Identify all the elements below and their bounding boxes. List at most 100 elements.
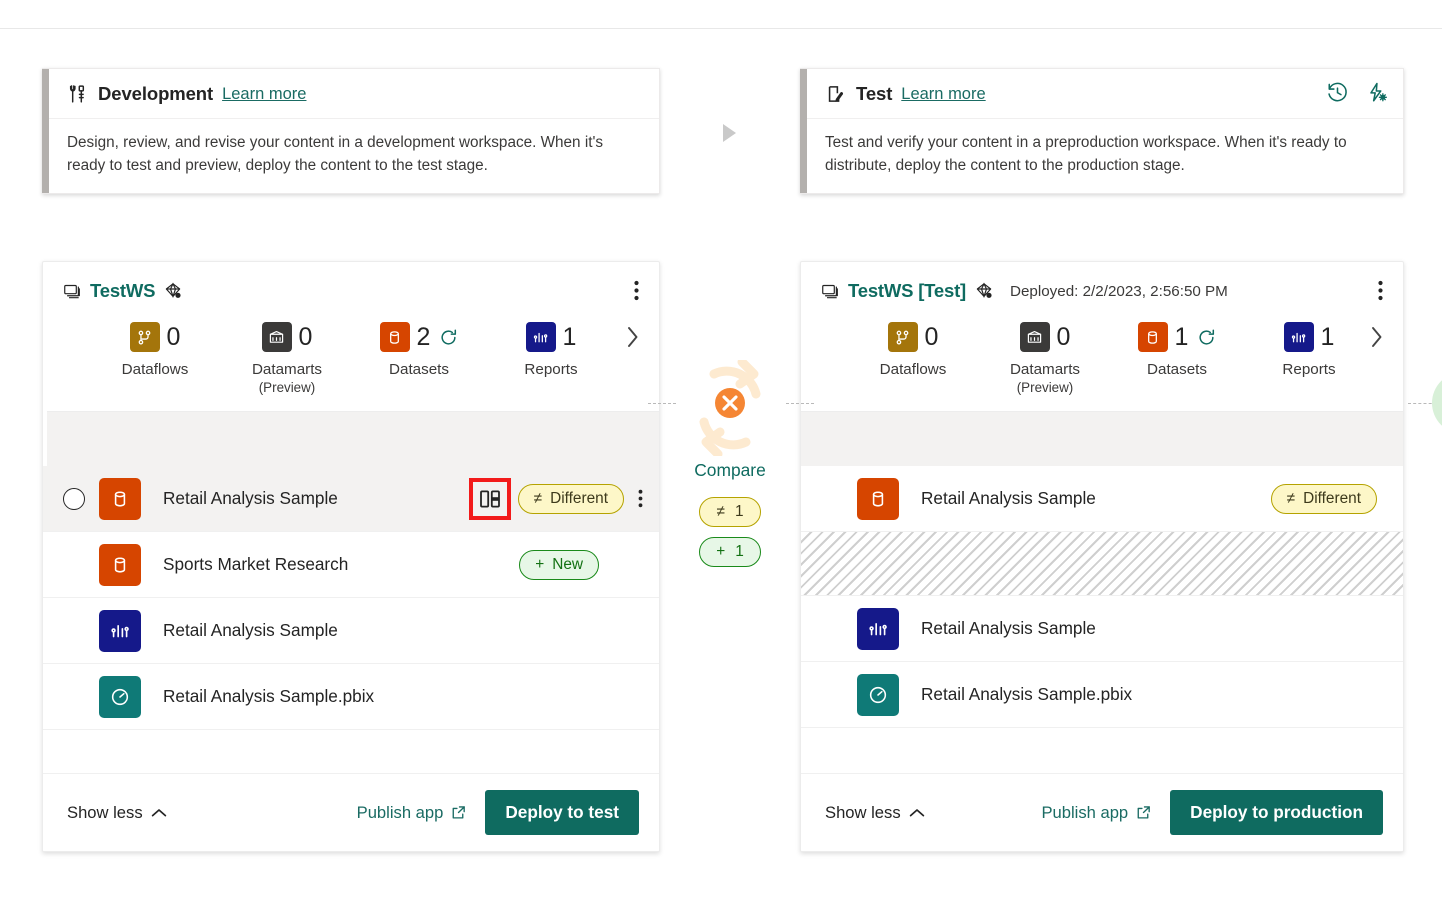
tools-icon [67,83,89,105]
metric-count: 0 [1057,325,1071,350]
list-item[interactable]: Retail Analysis Sample.pbix [43,664,659,730]
compare-label: Compare [660,460,800,481]
deploy-to-production-button[interactable]: Deploy to production [1170,790,1383,835]
compare-new-count-badge: + 1 [699,537,761,567]
learn-more-link[interactable]: Learn more [901,85,985,104]
deployment-settings-icon[interactable] [1366,81,1389,104]
deployment-pipeline-page: Development Learn more Design, review, a… [0,0,1442,919]
metric-sublabel: (Preview) [259,380,316,395]
dashboard-icon [99,676,141,718]
metrics-next-chevron-icon[interactable] [1369,324,1385,350]
datamart-icon [262,322,292,352]
metric-reports[interactable]: 1 Reports [485,322,617,378]
dataset-icon [99,478,141,520]
report-icon [857,608,899,650]
deploy-to-test-button[interactable]: Deploy to test [485,790,639,835]
workspace-header: TestWS [Test] Deployed: 2/2/2023, 2:56:5… [801,262,1403,302]
workspace-name[interactable]: TestWS [90,280,155,302]
report-icon [1284,322,1314,352]
status-badge-label: Different [550,490,608,508]
compare-widget[interactable]: Compare ≠ 1 + 1 [660,360,800,567]
workspace-metrics-test: 0 Dataflows 0 Datamarts (Preview) [801,302,1403,395]
metric-count: 1 [1175,325,1189,350]
refresh-icon[interactable] [1197,328,1216,347]
metric-datasets[interactable]: 1 Datasets [1111,322,1243,378]
workspace-card-development: TestWS [42,261,660,852]
dataset-icon [1138,322,1168,352]
item-name: Retail Analysis Sample [163,620,338,641]
external-link-icon [1135,804,1152,821]
compare-different-count-badge: ≠ 1 [699,497,760,527]
dashboard-icon [857,674,899,716]
external-link-icon [450,804,467,821]
dataset-icon [99,544,141,586]
content-list-development: Retail Analysis Sample ≠ Different [43,466,659,773]
metric-datamarts[interactable]: 0 Datamarts (Preview) [221,322,353,395]
workspace-more-options-button[interactable] [634,280,639,301]
stage-accent-bar [800,69,807,193]
show-less-button[interactable]: Show less [825,803,925,823]
metric-label: Datamarts [252,361,322,378]
dataset-icon [857,478,899,520]
workspace-card-test: TestWS [Test] Deployed: 2/2/2023, 2:56:5… [800,261,1404,852]
chevron-up-icon [909,808,925,818]
stage-header-development: Development Learn more [49,69,659,119]
dataflow-icon [888,322,918,352]
next-stage-indicator [1432,372,1442,434]
list-item[interactable]: Retail Analysis Sample ≠ Different [801,466,1403,532]
metric-count: 1 [563,325,577,350]
metric-label: Datasets [389,361,449,378]
compare-different-count: 1 [735,503,744,521]
stage-description: Test and verify your content in a prepro… [807,119,1403,193]
list-item[interactable]: Sports Market Research + New [43,532,659,598]
publish-app-label: Publish app [357,803,444,823]
metric-count: 0 [299,325,313,350]
premium-diamond-icon [163,281,183,301]
compare-side-by-side-icon[interactable] [474,483,506,515]
stage-title: Development [98,83,213,105]
show-less-button[interactable]: Show less [67,803,167,823]
item-name: Retail Analysis Sample.pbix [921,684,1132,705]
workspace-footer-test: Show less Publish app Deploy to producti… [801,773,1403,851]
report-icon [99,610,141,652]
list-item[interactable]: Retail Analysis Sample [43,598,659,664]
compare-new-count: 1 [735,543,744,561]
plus-icon: + [535,556,544,574]
status-badge-label: Different [1303,490,1361,508]
metric-datamarts[interactable]: 0 Datamarts (Preview) [979,322,1111,395]
metric-reports[interactable]: 1 Reports [1243,322,1375,378]
item-name: Retail Analysis Sample [921,488,1096,509]
list-item[interactable]: Retail Analysis Sample [801,596,1403,662]
metric-dataflows[interactable]: 0 Dataflows [847,322,979,378]
metric-sublabel: (Preview) [1017,380,1074,395]
metric-datasets[interactable]: 2 Datasets [353,322,485,378]
compare-refresh-icon[interactable] [680,360,780,456]
clipboard-pencil-icon [825,83,847,105]
workspace-name[interactable]: TestWS [Test] [848,280,966,302]
metrics-next-chevron-icon[interactable] [625,324,641,350]
list-item[interactable]: Retail Analysis Sample ≠ Different [43,466,659,532]
item-name: Retail Analysis Sample.pbix [163,686,374,707]
workspace-metrics-development: 0 Dataflows 0 Datamarts (Preview) [43,302,659,395]
stage-card-test: Test Learn more [800,68,1404,194]
row-select-radio[interactable] [63,488,85,510]
deployment-history-icon[interactable] [1326,81,1349,104]
item-more-options-button[interactable] [636,489,645,508]
top-divider [0,28,1442,29]
status-badge: + New [519,550,599,580]
stage-description: Design, review, and revise your content … [49,119,659,193]
refresh-icon[interactable] [439,328,458,347]
not-equal-icon: ≠ [1287,490,1295,508]
publish-app-link[interactable]: Publish app [1041,803,1152,823]
metric-dataflows[interactable]: 0 Dataflows [89,322,221,378]
list-item[interactable]: Retail Analysis Sample.pbix [801,662,1403,728]
show-less-label: Show less [67,803,143,823]
not-equal-icon: ≠ [534,490,542,508]
item-name: Sports Market Research [163,554,348,575]
workspace-more-options-button[interactable] [1378,280,1383,301]
chevron-up-icon [151,808,167,818]
publish-app-link[interactable]: Publish app [357,803,468,823]
stage-accent-bar [42,69,49,193]
learn-more-link[interactable]: Learn more [222,85,306,104]
metric-label: Dataflows [880,361,947,378]
